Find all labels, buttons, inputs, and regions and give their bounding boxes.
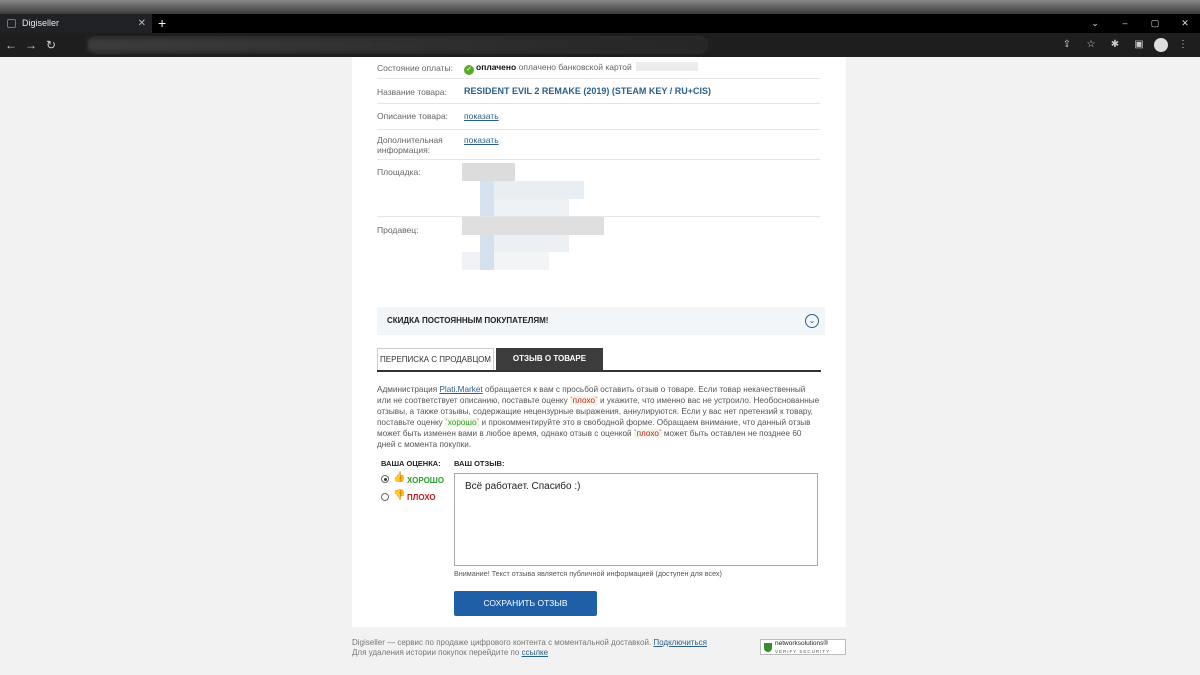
seller-label: Продавец: <box>377 225 419 235</box>
platform-label: Площадка: <box>377 167 421 177</box>
rating-bad-radio[interactable] <box>381 493 389 501</box>
share-icon[interactable]: ⇪ <box>1058 36 1076 54</box>
redacted-seller <box>462 252 480 270</box>
favicon-icon <box>7 19 16 28</box>
browser-toolbar: ← → ↻ ⇪ ☆ ✱ ▣ ⋮ <box>0 33 1200 57</box>
redacted-url <box>88 39 708 51</box>
seller-row: Продавец: <box>377 217 820 297</box>
footer: Digiseller — сервис по продаже цифрового… <box>352 638 707 657</box>
forward-icon[interactable]: → <box>22 36 40 54</box>
extra-info-row: Дополнительная информация: показать <box>377 130 820 160</box>
review-textarea[interactable]: Всё работает. Спасибо :) <box>454 473 818 566</box>
new-tab-button[interactable]: + <box>158 14 166 33</box>
thumbs-up-icon: 👍 <box>393 472 406 483</box>
redacted-seller <box>494 235 569 252</box>
redacted-seller <box>494 252 549 270</box>
tab-chat-with-seller[interactable]: ПЕРЕПИСКА С ПРОДАВЦОМ <box>377 348 494 370</box>
bookmark-star-icon[interactable]: ☆ <box>1082 36 1100 54</box>
product-name-row: Название товара: RESIDENT EVIL 2 REMAKE … <box>377 79 820 104</box>
back-icon[interactable]: ← <box>2 36 20 54</box>
loyal-discount-bar[interactable]: СКИДКА ПОСТОЯННЫМ ПОКУПАТЕЛЯМ! ⌄ <box>377 307 825 335</box>
review-notice: Администрация Plati.Market обращается к … <box>377 385 820 449</box>
extra-info-link[interactable]: показать <box>464 135 499 145</box>
rating-good-radio[interactable] <box>381 475 389 483</box>
menu-icon[interactable]: ⋮ <box>1174 36 1192 54</box>
redacted-card <box>635 62 698 71</box>
sidebar-icon[interactable]: ▣ <box>1130 36 1148 54</box>
purchase-page: Состояние оплаты: ✓ оплачено оплачено бан… <box>352 57 846 627</box>
redacted-seller <box>480 235 494 270</box>
loyal-discount-label: СКИДКА ПОСТОЯННЫМ ПОКУПАТЕЛЯМ! <box>387 316 549 325</box>
thumbs-down-icon: 👎 <box>393 490 406 501</box>
reload-icon[interactable]: ↻ <box>42 36 60 54</box>
extensions-icon[interactable]: ✱ <box>1106 36 1124 54</box>
rating-good-label[interactable]: ХОРОШО <box>407 476 444 485</box>
product-name: RESIDENT EVIL 2 REMAKE (2019) (STEAM KEY… <box>464 86 711 96</box>
title-bar <box>0 0 1200 14</box>
connect-link[interactable]: Подключиться <box>653 638 707 647</box>
product-desc-row: Описание товара: показать <box>377 104 820 130</box>
history-link[interactable]: ссылке <box>522 648 548 657</box>
save-review-button[interactable]: СОХРАНИТЬ ОТЗЫВ <box>454 591 597 616</box>
browser-tab-title: Digiseller <box>22 18 60 28</box>
window-controls: ⌄ – ▢ ✕ <box>1080 14 1200 33</box>
redacted-seller <box>462 217 604 235</box>
tab-strip: Digiseller ✕ + ⌄ – ▢ ✕ <box>0 14 1200 33</box>
review-tabs: ПЕРЕПИСКА С ПРОДАВЦОМ ОТЗЫВ О ТОВАРЕ <box>377 348 821 372</box>
product-name-label: Название товара: <box>377 87 447 97</box>
rating-label: ВАША ОЦЕНКА: <box>381 459 441 468</box>
shield-icon <box>764 643 772 652</box>
browser-tab[interactable]: Digiseller ✕ <box>0 14 152 33</box>
profile-avatar[interactable] <box>1154 38 1168 52</box>
review-label: ВАШ ОТЗЫВ: <box>454 459 505 468</box>
payment-status-row: Состояние оплаты: ✓ оплачено оплачено бан… <box>377 57 820 79</box>
product-desc-label: Описание товара: <box>377 111 448 121</box>
toolbar-icons: ⇪ ☆ ✱ ▣ ⋮ <box>1058 36 1192 54</box>
redacted-platform <box>480 181 494 216</box>
redacted-platform <box>462 163 515 181</box>
redacted-platform <box>494 199 569 216</box>
address-bar[interactable] <box>88 36 708 54</box>
payment-status-value: ✓ оплачено оплачено банковской картой <box>464 62 698 75</box>
redacted-platform <box>494 181 584 199</box>
check-circle-icon: ✓ <box>464 65 474 75</box>
public-info-warning: Внимание! Текст отзыва является публично… <box>454 569 722 578</box>
product-desc-link[interactable]: показать <box>464 111 499 121</box>
extra-info-label: Дополнительная информация: <box>377 135 443 155</box>
tab-search-icon[interactable]: ⌄ <box>1080 14 1110 33</box>
close-window-icon[interactable]: ✕ <box>1170 14 1200 33</box>
tab-product-review[interactable]: ОТЗЫВ О ТОВАРЕ <box>496 348 603 370</box>
chevron-down-icon[interactable]: ⌄ <box>805 314 819 328</box>
close-tab-icon[interactable]: ✕ <box>138 14 146 33</box>
maximize-icon[interactable]: ▢ <box>1140 14 1170 33</box>
network-solutions-badge[interactable]: networksolutions® VERIFY SECURITY <box>760 639 846 655</box>
minimize-icon[interactable]: – <box>1110 14 1140 33</box>
payment-status-label: Состояние оплаты: <box>377 63 453 73</box>
rating-bad-label[interactable]: ПЛОХО <box>407 493 436 502</box>
plati-market-link[interactable]: Plati.Market <box>439 385 482 394</box>
platform-row: Площадка: <box>377 160 820 217</box>
